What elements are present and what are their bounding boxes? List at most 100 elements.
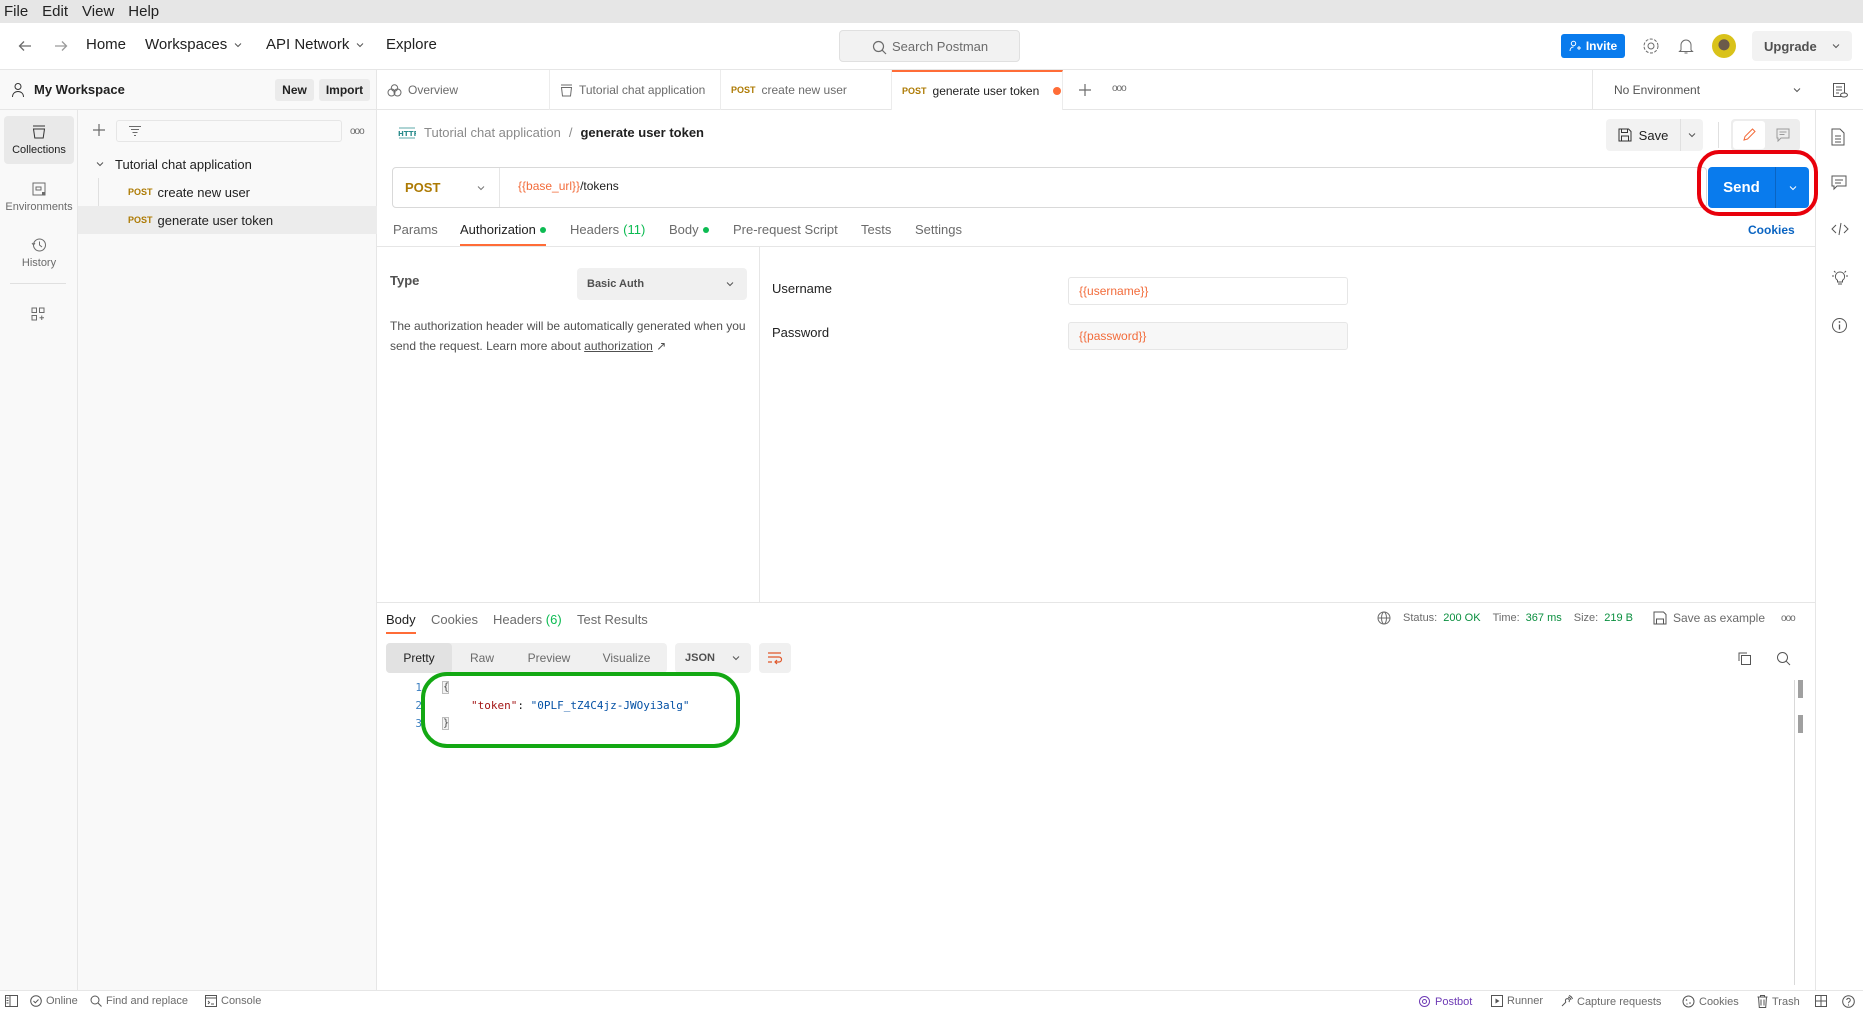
response-tab-body[interactable]: Body <box>386 612 416 627</box>
size-value[interactable]: 219 B <box>1604 612 1633 624</box>
trash-button[interactable]: Trash <box>1757 995 1800 1008</box>
menu-view[interactable]: View <box>82 3 114 20</box>
tab-params[interactable]: Params <box>393 222 438 237</box>
documentation-icon[interactable] <box>1831 128 1849 146</box>
sidebar-item-history[interactable]: History <box>4 228 74 278</box>
nav-explore[interactable]: Explore <box>386 36 437 53</box>
online-status[interactable]: Online <box>30 995 78 1007</box>
tab-tests[interactable]: Tests <box>861 222 891 237</box>
find-and-replace-button[interactable]: Find and replace <box>90 995 188 1007</box>
tab-authorization[interactable]: Authorization <box>460 222 546 237</box>
upgrade-button[interactable]: Upgrade <box>1752 31 1852 61</box>
sidebar-item-environments[interactable]: Environments <box>4 172 74 222</box>
runner-button[interactable]: Runner <box>1491 995 1543 1007</box>
comment-mode-button[interactable] <box>1767 121 1798 149</box>
tab-generate-user-token[interactable]: POST generate user token <box>892 70 1063 110</box>
help-icon[interactable] <box>1842 995 1855 1008</box>
cookies-button[interactable]: Cookies <box>1682 995 1739 1008</box>
code-snippet-icon[interactable] <box>1831 222 1849 240</box>
cookies-link[interactable]: Cookies <box>1748 223 1795 237</box>
tab-more-icon[interactable]: ooo <box>1112 83 1127 94</box>
save-as-example-button[interactable]: Save as example <box>1653 611 1765 625</box>
breadcrumb-request-name[interactable]: generate user token <box>580 125 704 140</box>
wrap-lines-button[interactable] <box>759 643 791 673</box>
tab-settings[interactable]: Settings <box>915 222 962 237</box>
method-selector[interactable]: POST <box>393 168 500 207</box>
workspace-name[interactable]: My Workspace <box>34 82 125 97</box>
environment-selector[interactable]: No Environment <box>1592 70 1814 110</box>
collection-tutorial-chat-application[interactable]: Tutorial chat application <box>78 150 377 178</box>
password-input[interactable]: {{password}} <box>1068 322 1348 350</box>
two-pane-view-icon[interactable] <box>1815 995 1827 1007</box>
new-tab-plus-icon[interactable] <box>1078 83 1092 97</box>
info-icon[interactable] <box>1831 317 1849 335</box>
environment-quick-look-icon[interactable] <box>1832 82 1848 99</box>
lightbulb-icon[interactable] <box>1831 269 1849 287</box>
time-value[interactable]: 367 ms <box>1526 612 1562 624</box>
forward-arrow-icon[interactable] <box>53 38 69 54</box>
response-scrollbar[interactable] <box>1794 680 1795 985</box>
nav-api-network[interactable]: API Network <box>266 36 365 53</box>
save-dropdown-button[interactable] <box>1680 119 1703 151</box>
copy-icon[interactable] <box>1737 651 1752 666</box>
tab-tutorial-chat-application[interactable]: Tutorial chat application <box>550 70 721 110</box>
toggle-sidebar-icon[interactable] <box>5 995 18 1007</box>
response-tab-cookies[interactable]: Cookies <box>431 612 478 627</box>
menu-help[interactable]: Help <box>128 3 159 20</box>
url-input[interactable]: {{base_url}}/tokens <box>518 179 619 193</box>
menu-file[interactable]: File <box>4 3 28 20</box>
more-options-icon[interactable]: ooo <box>350 126 365 137</box>
configure-workbench-icon[interactable] <box>30 306 46 322</box>
collection-label: Tutorial chat application <box>115 156 252 172</box>
console-button[interactable]: Console <box>205 995 261 1007</box>
edit-mode-button[interactable] <box>1733 121 1765 149</box>
response-format-select[interactable]: JSON <box>675 643 751 673</box>
tab-overview[interactable]: Overview <box>377 70 550 110</box>
response-more-icon[interactable]: ooo <box>1781 613 1796 624</box>
view-raw[interactable]: Raw <box>452 643 512 673</box>
tab-headers[interactable]: Headers (11) <box>570 222 645 237</box>
add-collection-plus-icon[interactable] <box>92 123 106 137</box>
invite-button[interactable]: Invite <box>1561 34 1625 58</box>
tab-create-new-user[interactable]: POST create new user <box>721 70 892 110</box>
postbot-button[interactable]: Postbot <box>1418 995 1472 1008</box>
view-visualize[interactable]: Visualize <box>586 643 667 673</box>
comments-icon[interactable] <box>1831 175 1849 193</box>
username-input[interactable]: {{username}} <box>1068 277 1348 305</box>
view-pretty[interactable]: Pretty <box>386 643 452 673</box>
chevron-down-icon <box>357 42 364 47</box>
tab-pre-request-script[interactable]: Pre-request Script <box>733 222 838 237</box>
capture-label: Capture requests <box>1577 995 1662 1008</box>
notifications-bell-icon[interactable] <box>1678 37 1694 55</box>
import-button[interactable]: Import <box>319 79 370 101</box>
new-button[interactable]: New <box>275 79 314 101</box>
breadcrumb-collection[interactable]: Tutorial chat application <box>424 125 561 140</box>
auth-split-divider[interactable] <box>759 247 760 602</box>
response-pane-divider[interactable] <box>377 602 1815 603</box>
tab-body[interactable]: Body <box>669 222 709 237</box>
sidebar-divider <box>10 283 66 284</box>
back-arrow-icon[interactable] <box>17 38 33 54</box>
sidebar-item-collections[interactable]: Collections <box>4 116 74 164</box>
view-preview[interactable]: Preview <box>512 643 586 673</box>
search-input[interactable]: Search Postman <box>839 30 1020 62</box>
send-highlight-annotation <box>1697 150 1818 216</box>
runner-icon <box>1491 995 1503 1007</box>
menu-edit[interactable]: Edit <box>42 3 68 20</box>
authorization-docs-link[interactable]: authorization <box>584 339 653 353</box>
search-response-icon[interactable] <box>1776 651 1791 666</box>
capture-requests-button[interactable]: Capture requests <box>1560 995 1661 1008</box>
collection-filter-input[interactable] <box>116 120 342 142</box>
sidebar-item-label: Collections <box>12 144 66 156</box>
response-tab-headers[interactable]: Headers (6) <box>493 612 562 627</box>
auth-type-select[interactable]: Basic Auth <box>577 268 747 300</box>
status-value[interactable]: 200 OK <box>1443 612 1480 624</box>
settings-gear-icon[interactable] <box>1642 37 1660 55</box>
user-avatar[interactable] <box>1712 34 1736 58</box>
nav-home[interactable]: Home <box>86 36 126 53</box>
response-tab-test-results[interactable]: Test Results <box>577 612 648 627</box>
request-create-new-user[interactable]: POST create new user <box>78 178 377 206</box>
request-generate-user-token[interactable]: POST generate user token <box>78 206 377 234</box>
nav-workspaces[interactable]: Workspaces <box>145 36 243 53</box>
save-button[interactable]: Save <box>1606 119 1680 151</box>
